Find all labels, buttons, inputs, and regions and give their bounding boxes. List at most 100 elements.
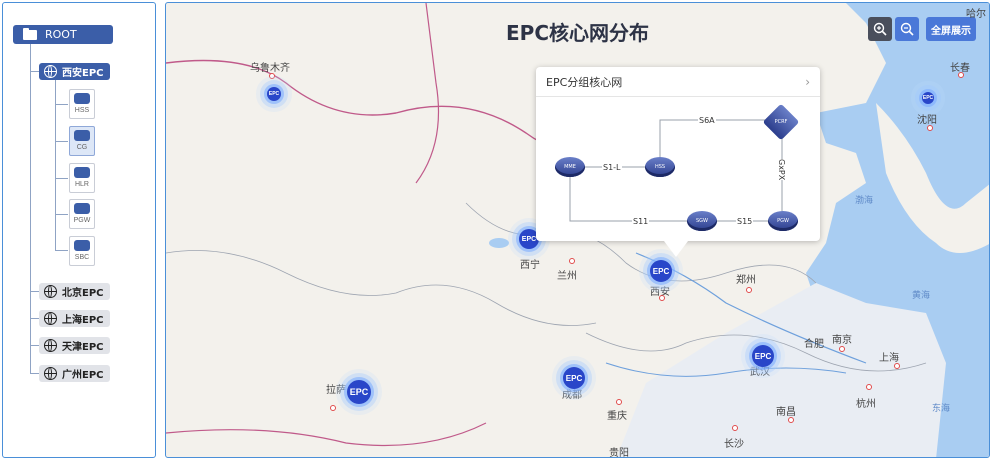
- epc-marker-core: EPC: [650, 260, 672, 282]
- node-pcrf[interactable]: PCRF: [762, 103, 800, 141]
- tree-line: [55, 80, 56, 250]
- epc-marker-urumqi[interactable]: EPC: [262, 82, 286, 106]
- node-label: MME: [564, 164, 576, 170]
- node-mme[interactable]: MME: [554, 155, 586, 179]
- city-dot: [659, 295, 665, 301]
- city-label: 南京: [832, 335, 852, 346]
- tree-line: [55, 250, 68, 251]
- device-hss[interactable]: HSS: [69, 89, 95, 119]
- tree-line: [55, 214, 68, 215]
- tree-line: [30, 318, 39, 319]
- city-dot: [958, 72, 964, 78]
- hlr-icon: [74, 167, 90, 178]
- zoom-in-button[interactable]: [868, 17, 892, 41]
- tree-root-label: ROOT: [45, 28, 77, 41]
- city-label: 合肥: [804, 339, 824, 350]
- city-dot: [569, 258, 575, 264]
- city-label: 郑州: [736, 275, 756, 286]
- city-dot: [746, 287, 752, 293]
- device-hlr[interactable]: HLR: [69, 163, 95, 193]
- device-sbc[interactable]: SBC: [69, 236, 95, 266]
- link-s6a: [659, 119, 780, 167]
- tree-line: [30, 345, 39, 346]
- epc-marker-core: EPC: [563, 367, 585, 389]
- province-border: [166, 422, 487, 447]
- sidebar: ROOT 西安EPC HSS CG HLR PGW SBC 北京EPC 上海EP…: [2, 2, 156, 458]
- link-label: S1-L: [602, 163, 622, 172]
- device-label: HLR: [74, 181, 89, 188]
- tree-node-tianjin-epc[interactable]: 天津EPC: [39, 337, 110, 354]
- city-label: 兰州: [557, 271, 577, 282]
- device-label: PGW: [73, 217, 91, 224]
- city-label: 西宁: [520, 260, 540, 271]
- city-label: 哈尔: [966, 9, 986, 20]
- city-dot: [839, 346, 845, 352]
- zoom-out-icon: [900, 22, 914, 36]
- tree-node-label: 天津EPC: [62, 342, 104, 353]
- landmass-south: [616, 283, 946, 457]
- epc-marker-core: EPC: [922, 92, 934, 104]
- link-label: S6A: [698, 116, 716, 125]
- fullscreen-button[interactable]: 全屏展示: [926, 17, 976, 41]
- tree-node-guangzhou-epc[interactable]: 广州EPC: [39, 365, 110, 382]
- epc-network-popup[interactable]: EPC分组核心网 › S1-L S6A S11 S15 GxPX MME HSS…: [536, 67, 820, 257]
- node-label: HSS: [654, 164, 666, 170]
- node-label: PGW: [777, 218, 789, 224]
- epc-marker-xian[interactable]: EPC: [647, 257, 675, 285]
- node-label: SGW: [696, 218, 708, 224]
- globe-icon: [44, 339, 57, 352]
- map-title: EPC核心网分布: [506, 21, 649, 45]
- tree-line: [30, 44, 31, 374]
- device-pgw[interactable]: PGW: [69, 199, 95, 229]
- tree-root-node[interactable]: ROOT: [13, 25, 113, 44]
- city-dot: [788, 417, 794, 423]
- chevron-right-icon[interactable]: ›: [805, 75, 810, 89]
- globe-icon: [44, 285, 57, 298]
- city-dot: [732, 425, 738, 431]
- device-cg[interactable]: CG: [69, 126, 95, 156]
- tree-line: [30, 373, 39, 374]
- tree-node-label: 北京EPC: [62, 288, 104, 299]
- zoom-out-button[interactable]: [895, 17, 919, 41]
- tree-line: [55, 178, 68, 179]
- tree-line: [55, 104, 68, 105]
- epc-marker-wuhan[interactable]: EPC: [749, 342, 777, 370]
- tree-node-xian-epc[interactable]: 西安EPC: [39, 63, 110, 80]
- pgw-icon: [74, 203, 90, 214]
- globe-icon: [44, 312, 57, 325]
- node-pgw[interactable]: PGW: [767, 209, 799, 233]
- tree-node-shanghai-epc[interactable]: 上海EPC: [39, 310, 110, 327]
- city-label: 重庆: [607, 411, 627, 422]
- epc-marker-shenyang[interactable]: EPC: [918, 88, 938, 108]
- globe-icon: [44, 65, 57, 78]
- zoom-in-icon: [873, 22, 887, 36]
- city-label: 长沙: [724, 439, 744, 450]
- node-hss[interactable]: HSS: [644, 155, 676, 179]
- city-dot: [866, 384, 872, 390]
- city-dot: [269, 73, 275, 79]
- folder-icon: [23, 27, 37, 40]
- city-dot: [330, 405, 336, 411]
- city-dot: [894, 363, 900, 369]
- globe-icon: [44, 367, 57, 380]
- popup-header: EPC分组核心网 ›: [536, 67, 820, 97]
- city-label: 拉萨: [326, 385, 346, 396]
- tree-node-label: 上海EPC: [62, 315, 104, 326]
- node-label: PCRF: [774, 119, 788, 125]
- node-sgw[interactable]: SGW: [686, 209, 718, 233]
- tree-line: [30, 71, 39, 72]
- device-label: HSS: [74, 107, 90, 114]
- sea-label: 渤海: [855, 196, 874, 206]
- map-panel[interactable]: EPC核心网分布 全屏展示 哈尔 长春 沈阳 乌鲁木齐 西宁 兰州 西安 郑州 …: [165, 2, 990, 458]
- epc-marker-lhasa[interactable]: EPC: [344, 377, 374, 407]
- cg-icon: [74, 130, 90, 141]
- city-label: 贵阳: [609, 448, 629, 458]
- link-label: GxPX: [776, 159, 787, 181]
- epc-marker-chengdu[interactable]: EPC: [560, 364, 588, 392]
- city-label: 上海: [879, 353, 899, 364]
- city-label: 南昌: [776, 407, 796, 418]
- epc-marker-core: EPC: [347, 380, 371, 404]
- hss-icon: [74, 93, 90, 104]
- sea-label: 黄海: [912, 291, 931, 301]
- tree-node-beijing-epc[interactable]: 北京EPC: [39, 283, 110, 300]
